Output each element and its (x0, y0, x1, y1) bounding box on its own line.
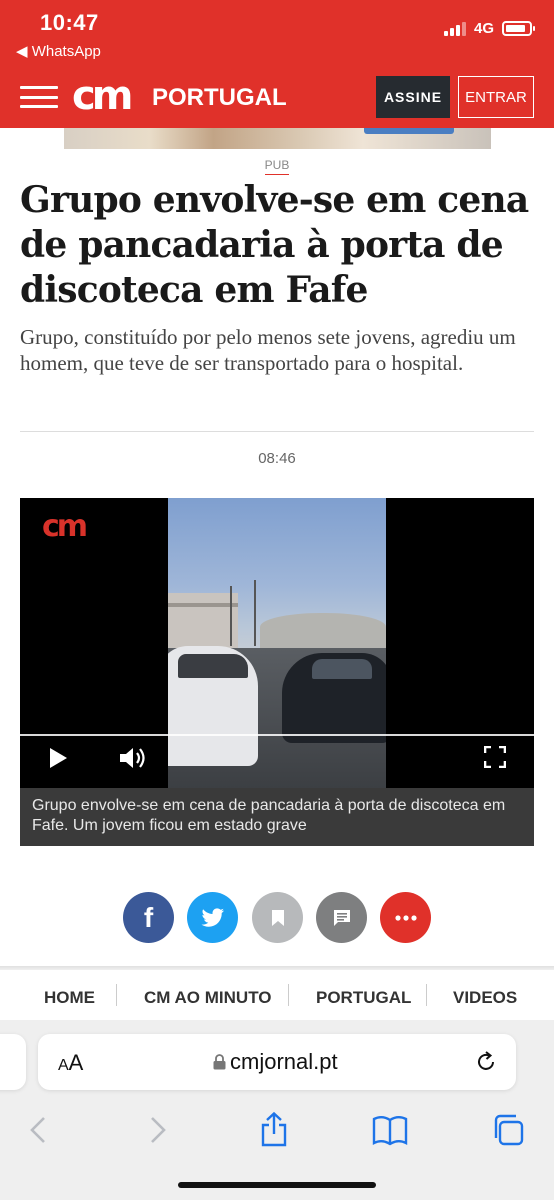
home-indicator[interactable] (178, 1182, 376, 1188)
nav-separator (116, 984, 117, 1006)
nav-item-home[interactable]: HOME (44, 988, 95, 1008)
battery-icon (502, 21, 535, 36)
reload-icon[interactable] (474, 1050, 498, 1074)
nav-separator (288, 984, 289, 1006)
status-indicators: 4G (443, 20, 535, 37)
twitter-share-button[interactable] (187, 892, 238, 943)
video-caption: Grupo envolve-se em cena de pancadaria à… (20, 788, 534, 846)
nav-item-portugal[interactable]: PORTUGAL (316, 988, 411, 1008)
twitter-icon (201, 907, 224, 927)
top-bar: 10:47 ◀ WhatsApp 4G cm PORTUGAL ASSINE E… (0, 0, 554, 128)
video-scene-pole (230, 586, 232, 646)
article-headline: Grupo envolve-se em cena de pancadaria à… (20, 179, 529, 311)
video-scene-building (168, 593, 238, 648)
comment-icon (333, 909, 350, 926)
video-player[interactable]: cm (20, 498, 534, 788)
menu-icon[interactable] (20, 86, 58, 108)
bookmark-button[interactable] (252, 892, 303, 943)
forward-icon[interactable] (138, 1110, 178, 1150)
cm-logo[interactable]: cm (72, 76, 133, 116)
text-size-large: A (68, 1050, 84, 1075)
bookmark-icon (271, 909, 284, 926)
lock-icon (213, 1054, 226, 1070)
nav-item-videos[interactable]: VIDEOS (453, 988, 517, 1008)
site-header: cm PORTUGAL ASSINE ENTRAR (0, 64, 554, 128)
login-button[interactable]: ENTRAR (458, 76, 534, 118)
video-channel-logo: cm (42, 509, 88, 544)
volume-icon[interactable] (118, 744, 148, 772)
back-to-app-link[interactable]: ◀ WhatsApp (16, 42, 101, 60)
back-icon[interactable] (18, 1110, 58, 1150)
more-button[interactable] (380, 892, 431, 943)
video-scene-car (282, 653, 386, 743)
nav-item-cm-ao-minuto[interactable]: CM AO MINUTO (144, 988, 272, 1008)
comments-button[interactable] (316, 892, 367, 943)
ad-label-text: PUB (264, 158, 290, 175)
article-lead: Grupo, constituído por pelo menos sete j… (20, 325, 516, 375)
status-time: 10:47 (40, 10, 99, 35)
text-size-small: A (58, 1057, 69, 1074)
browser-chrome: AA cmjornal.pt (0, 1020, 554, 1200)
share-icon[interactable] (254, 1110, 294, 1150)
nav-separator (426, 984, 427, 1006)
site-bottom-nav: HOME CM AO MINUTO PORTUGAL VIDEOS (0, 970, 554, 1024)
more-icon (394, 914, 417, 921)
video-scene-pole (254, 580, 256, 646)
text-size-button[interactable]: AA (58, 1050, 83, 1076)
address-bar[interactable]: AA cmjornal.pt (38, 1034, 516, 1090)
divider (20, 431, 534, 432)
previous-tab-peek[interactable] (0, 1034, 26, 1090)
play-icon[interactable] (50, 748, 67, 768)
ad-banner[interactable] (64, 128, 491, 149)
tabs-icon[interactable] (488, 1110, 528, 1150)
network-label: 4G (473, 20, 494, 37)
video-controls (20, 736, 534, 788)
ad-label: PUB (0, 158, 554, 175)
edition-label[interactable]: PORTUGAL (152, 84, 287, 112)
facebook-icon: f (143, 901, 154, 933)
url-text[interactable]: cmjornal.pt (230, 1049, 338, 1075)
browser-toolbar (0, 1110, 554, 1160)
article-time: 08:46 (258, 450, 296, 467)
bookmarks-icon[interactable] (370, 1110, 410, 1150)
subscribe-button[interactable]: ASSINE (376, 76, 450, 118)
fullscreen-icon[interactable] (484, 746, 506, 768)
signal-icon (443, 21, 466, 36)
video-scene-arena (260, 613, 386, 653)
facebook-share-button[interactable]: f (123, 892, 174, 943)
share-bar: f (0, 892, 554, 944)
